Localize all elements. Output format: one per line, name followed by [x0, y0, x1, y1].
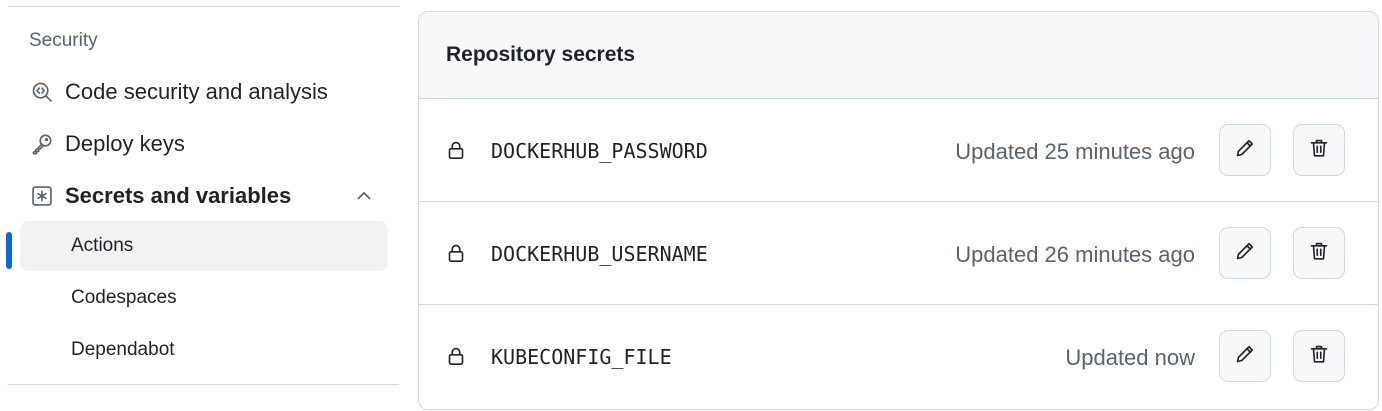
secret-updated: Updated now	[1065, 345, 1195, 370]
delete-secret-button[interactable]	[1293, 227, 1345, 279]
sidebar-subitem-codespaces[interactable]: Codespaces	[20, 273, 388, 323]
sidebar-item-label: Code security and analysis	[65, 79, 328, 104]
sidebar-section-heading: Security	[29, 30, 98, 51]
delete-secret-button[interactable]	[1293, 124, 1345, 176]
secret-row: DOCKERHUB_USERNAME Updated 26 minutes ag…	[419, 202, 1378, 305]
active-indicator	[6, 232, 12, 269]
repository-secrets-panel: Repository secrets DOCKERHUB_PASSWORD Up…	[418, 11, 1379, 410]
sidebar-item-label: Deploy keys	[65, 131, 185, 156]
sidebar-subitem-dependabot[interactable]: Dependabot	[20, 325, 388, 375]
settings-page: Security Code security and analysis Depl…	[0, 0, 1382, 411]
sidebar-subitem-label: Actions	[71, 235, 134, 256]
secret-name: KUBECONFIG_FILE	[491, 345, 672, 369]
pencil-icon	[1235, 344, 1255, 369]
lock-icon	[446, 346, 466, 366]
secret-row: DOCKERHUB_PASSWORD Updated 25 minutes ag…	[419, 99, 1378, 202]
secret-updated: Updated 26 minutes ago	[955, 242, 1195, 267]
secret-name: DOCKERHUB_PASSWORD	[491, 139, 708, 163]
sidebar-divider	[8, 6, 399, 7]
sidebar-item-label: Secrets and variables	[65, 183, 292, 208]
sidebar-divider	[8, 384, 399, 385]
edit-secret-button[interactable]	[1219, 330, 1271, 382]
secret-name: DOCKERHUB_USERNAME	[491, 242, 708, 266]
settings-sidebar: Security Code security and analysis Depl…	[0, 0, 400, 411]
panel-title: Repository secrets	[446, 43, 636, 66]
codescan-icon	[30, 80, 54, 104]
lock-icon	[446, 243, 466, 263]
delete-secret-button[interactable]	[1293, 330, 1345, 382]
edit-secret-button[interactable]	[1219, 227, 1271, 279]
trash-icon	[1309, 344, 1329, 369]
trash-icon	[1309, 241, 1329, 266]
asterisk-square-icon	[30, 184, 54, 208]
key-icon	[30, 132, 54, 156]
secret-row: KUBECONFIG_FILE Updated now	[419, 305, 1378, 408]
sidebar-subitem-actions[interactable]: Actions	[20, 221, 388, 271]
sidebar-item-deploy-keys[interactable]: Deploy keys	[20, 119, 388, 169]
trash-icon	[1309, 138, 1329, 163]
secret-updated: Updated 25 minutes ago	[955, 139, 1195, 164]
panel-header: Repository secrets	[419, 12, 1378, 99]
lock-icon	[446, 140, 466, 160]
sidebar-item-code-security[interactable]: Code security and analysis	[20, 67, 388, 117]
edit-secret-button[interactable]	[1219, 124, 1271, 176]
sidebar-subitem-label: Dependabot	[71, 339, 175, 360]
chevron-up-icon[interactable]	[354, 186, 374, 206]
pencil-icon	[1235, 241, 1255, 266]
pencil-icon	[1235, 138, 1255, 163]
sidebar-item-secrets-and-variables[interactable]: Secrets and variables	[20, 171, 388, 221]
sidebar-subitem-label: Codespaces	[71, 287, 177, 308]
